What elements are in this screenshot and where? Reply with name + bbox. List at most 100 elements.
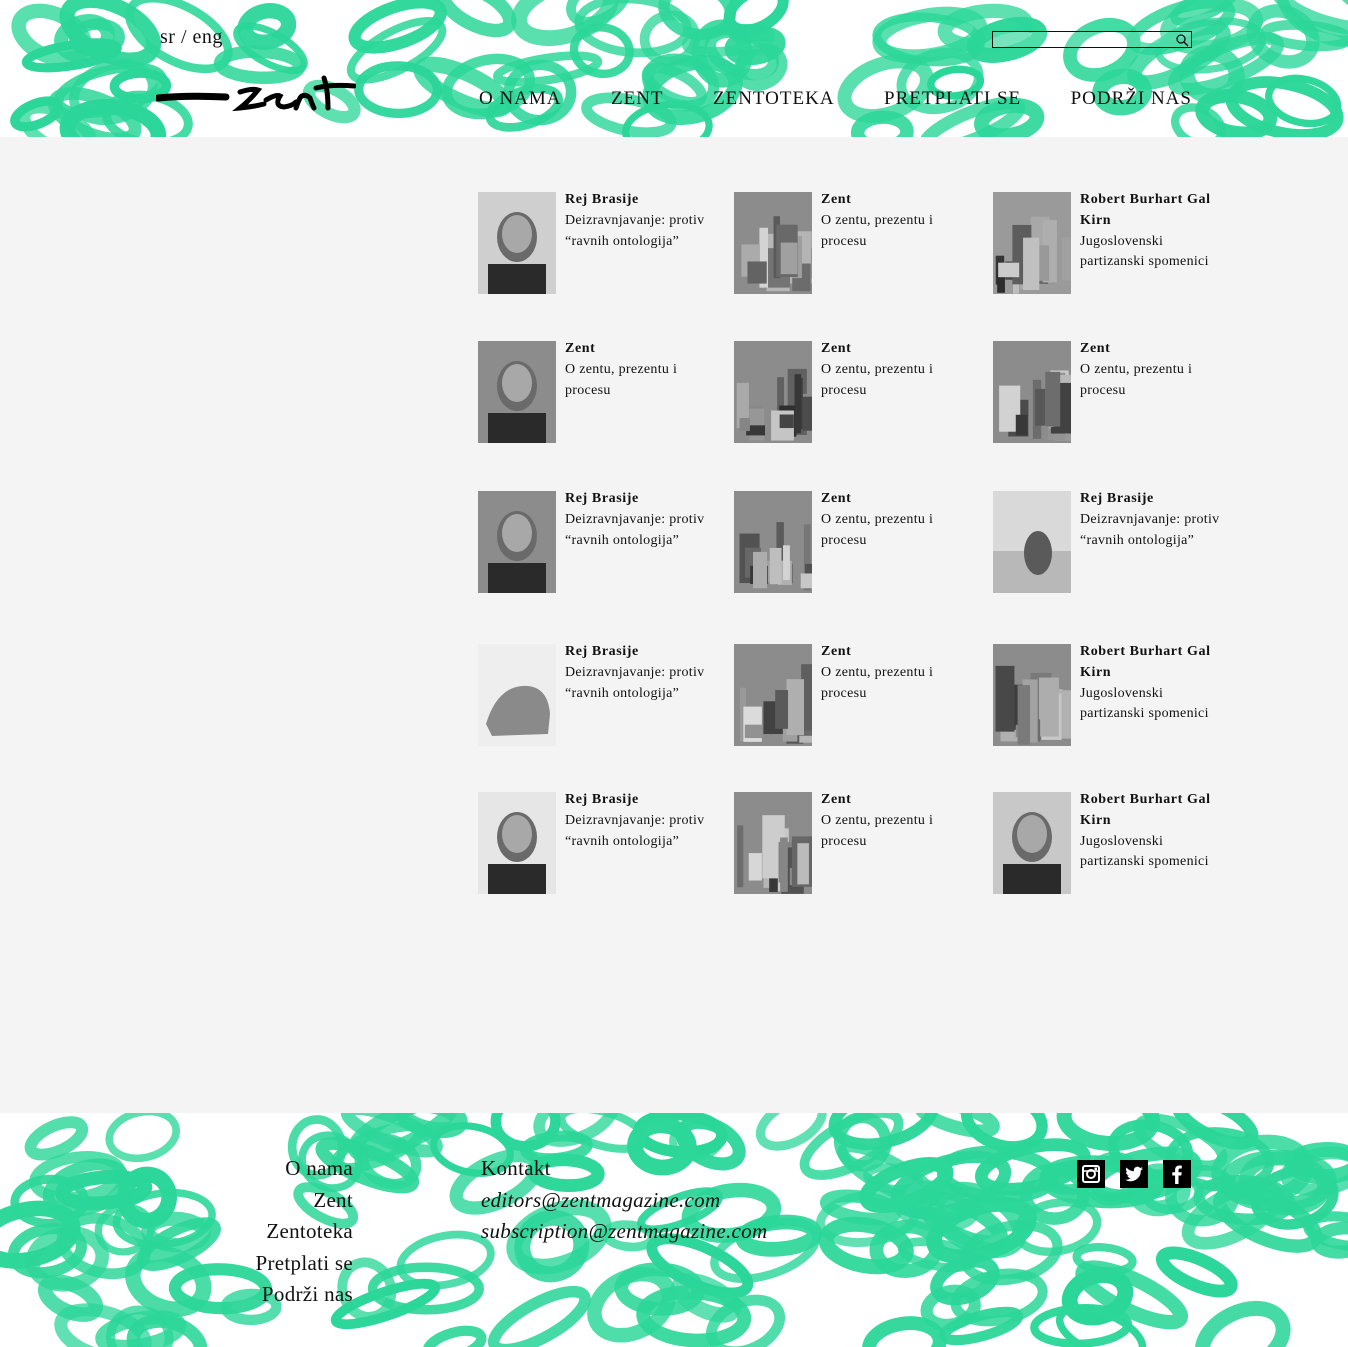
lang-sr-link[interactable]: sr — [160, 26, 175, 48]
rhinoceros-engraving-image — [478, 644, 556, 746]
article-title[interactable]: O zentu, prezentu i procesu — [1080, 360, 1230, 402]
article-card[interactable]: Zent O zentu, prezentu i procesu — [734, 341, 964, 445]
article-thumbnail[interactable] — [993, 192, 1071, 294]
article-card[interactable]: Zent O zentu, prezentu i procesu — [734, 192, 964, 296]
article-author[interactable]: Rej Brasije — [565, 489, 715, 510]
footer-nav-pretplati-se[interactable]: Pretplati se — [256, 1248, 354, 1280]
article-card[interactable]: Zent O zentu, prezentu i procesu — [478, 341, 708, 445]
article-author[interactable]: Rej Brasije — [1080, 489, 1230, 510]
article-thumbnail[interactable] — [478, 792, 556, 894]
article-author[interactable]: Zent — [821, 790, 971, 811]
article-title[interactable]: Deizravnjavanje: protiv “ravnih ontologi… — [565, 663, 715, 705]
collage-artwork-image — [734, 491, 812, 593]
nav-zent[interactable]: ZENT — [611, 88, 664, 110]
article-author[interactable]: Zent — [821, 489, 971, 510]
article-card[interactable]: Zent O zentu, prezentu i procesu — [993, 341, 1223, 445]
article-card[interactable]: Zent O zentu, prezentu i procesu — [734, 792, 964, 896]
search-input[interactable] — [995, 32, 1171, 47]
lang-separator: / — [180, 26, 188, 48]
article-thumbnail[interactable] — [478, 192, 556, 294]
footer-nav-o-nama[interactable]: O nama — [256, 1153, 354, 1185]
article-author[interactable]: Rej Brasije — [565, 642, 715, 663]
footer-nav-zent[interactable]: Zent — [256, 1185, 354, 1217]
email-editors-link[interactable]: editors@zentmagazine.com — [481, 1185, 767, 1217]
article-title[interactable]: Deizravnjavanje: protiv “ravnih ontologi… — [565, 510, 715, 552]
footer-nav-zentoteka[interactable]: Zentoteka — [256, 1216, 354, 1248]
search-icon[interactable] — [1175, 33, 1189, 47]
article-info: Zent O zentu, prezentu i procesu — [821, 339, 971, 401]
article-info: Zent O zentu, prezentu i procesu — [565, 339, 715, 401]
article-title[interactable]: Deizravnjavanje: protiv “ravnih ontologi… — [1080, 510, 1230, 552]
article-title[interactable]: Jugoslovenski partizanski spomenici — [1080, 232, 1230, 274]
article-thumbnail[interactable] — [993, 644, 1071, 746]
main-nav: O NAMA ZENT ZENTOTEKA PRETPLATI SE PODRŽ… — [479, 88, 1192, 110]
article-author[interactable]: Robert Burhart Gal Kirn — [1080, 642, 1230, 684]
article-thumbnail[interactable] — [734, 792, 812, 894]
article-title[interactable]: O zentu, prezentu i procesu — [821, 211, 971, 253]
article-thumbnail[interactable] — [734, 491, 812, 593]
footer-nav-podrzi-nas[interactable]: Podrži nas — [256, 1279, 354, 1311]
portrait-man-glasses-image — [478, 792, 556, 894]
article-author[interactable]: Zent — [565, 339, 715, 360]
article-info: Robert Burhart Gal Kirn Jugoslovenski par… — [1080, 190, 1230, 273]
article-author[interactable]: Rej Brasije — [565, 190, 715, 211]
article-thumbnail[interactable] — [734, 341, 812, 443]
article-card[interactable]: Robert Burhart Gal Kirn Jugoslovenski par… — [993, 644, 1223, 748]
article-title[interactable]: O zentu, prezentu i procesu — [821, 510, 971, 552]
article-thumbnail[interactable] — [478, 491, 556, 593]
article-author[interactable]: Zent — [1080, 339, 1230, 360]
nav-o-nama[interactable]: O NAMA — [479, 88, 562, 110]
article-card[interactable]: Rej Brasije Deizravnjavanje: protiv “ravn… — [478, 644, 708, 748]
article-author[interactable]: Zent — [821, 190, 971, 211]
article-info: Rej Brasije Deizravnjavanje: protiv “ravn… — [565, 790, 715, 852]
article-card[interactable]: Rej Brasije Deizravnjavanje: protiv “ravn… — [478, 491, 708, 595]
article-info: Rej Brasije Deizravnjavanje: protiv “ravn… — [1080, 489, 1230, 551]
article-title[interactable]: O zentu, prezentu i procesu — [821, 360, 971, 402]
article-title[interactable]: Jugoslovenski partizanski spomenici — [1080, 684, 1230, 726]
zent-logo[interactable] — [154, 70, 357, 123]
article-author[interactable]: Zent — [821, 642, 971, 663]
article-card[interactable]: Rej Brasije Deizravnjavanje: protiv “ravn… — [478, 792, 708, 896]
facebook-icon[interactable] — [1163, 1160, 1191, 1188]
search-box[interactable] — [992, 31, 1192, 48]
article-title[interactable]: O zentu, prezentu i procesu — [565, 360, 715, 402]
article-info: Zent O zentu, prezentu i procesu — [821, 489, 971, 551]
article-thumbnail[interactable] — [993, 792, 1071, 894]
article-title[interactable]: Jugoslovenski partizanski spomenici — [1080, 832, 1230, 874]
article-title[interactable]: Deizravnjavanje: protiv “ravnih ontologi… — [565, 811, 715, 853]
article-thumbnail[interactable] — [478, 341, 556, 443]
aerial-parking-lot-image — [993, 644, 1071, 746]
nav-pretplati-se[interactable]: PRETPLATI SE — [884, 88, 1021, 110]
article-thumbnail[interactable] — [734, 192, 812, 294]
article-thumbnail[interactable] — [993, 341, 1071, 443]
article-title[interactable]: O zentu, prezentu i procesu — [821, 663, 971, 705]
article-card[interactable]: Rej Brasije Deizravnjavanje: protiv “ravn… — [478, 192, 708, 296]
monument-head-sculpture-image — [478, 491, 556, 593]
article-title[interactable]: O zentu, prezentu i procesu — [821, 811, 971, 853]
article-author[interactable]: Rej Brasije — [565, 790, 715, 811]
footer-nav: O nama Zent Zentoteka Pretplati se Podrž… — [256, 1153, 354, 1311]
contact-label: Kontakt — [481, 1156, 551, 1180]
article-info: Rej Brasije Deizravnjavanje: protiv “ravn… — [565, 489, 715, 551]
article-thumbnail[interactable] — [734, 644, 812, 746]
instagram-icon[interactable] — [1077, 1160, 1105, 1188]
article-card[interactable]: Rej Brasije Deizravnjavanje: protiv “ravn… — [993, 491, 1223, 595]
site-header: sr / eng O NAMA ZENT ZENTOTEKA PRETPLATI… — [0, 0, 1348, 137]
nav-podrzi-nas[interactable]: PODRŽI NAS — [1071, 88, 1192, 110]
article-thumbnail[interactable] — [993, 491, 1071, 593]
article-card[interactable]: Robert Burhart Gal Kirn Jugoslovenski par… — [993, 192, 1223, 296]
article-title[interactable]: Deizravnjavanje: protiv “ravnih ontologi… — [565, 211, 715, 253]
article-author[interactable]: Robert Burhart Gal Kirn — [1080, 190, 1230, 232]
article-author[interactable]: Robert Burhart Gal Kirn — [1080, 790, 1230, 832]
lang-eng-link[interactable]: eng — [193, 26, 223, 48]
building-street-photo-image — [734, 192, 812, 294]
article-thumbnail[interactable] — [478, 644, 556, 746]
article-card[interactable]: Zent O zentu, prezentu i procesu — [734, 491, 964, 595]
article-card[interactable]: Zent O zentu, prezentu i procesu — [734, 644, 964, 748]
email-subscription-link[interactable]: subscription@zentmagazine.com — [481, 1216, 767, 1248]
article-author[interactable]: Zent — [821, 339, 971, 360]
nav-zentoteka[interactable]: ZENTOTEKA — [713, 88, 835, 110]
article-card[interactable]: Robert Burhart Gal Kirn Jugoslovenski par… — [993, 792, 1223, 896]
twitter-icon[interactable] — [1120, 1160, 1148, 1188]
article-info: Rej Brasije Deizravnjavanje: protiv “ravn… — [565, 642, 715, 704]
